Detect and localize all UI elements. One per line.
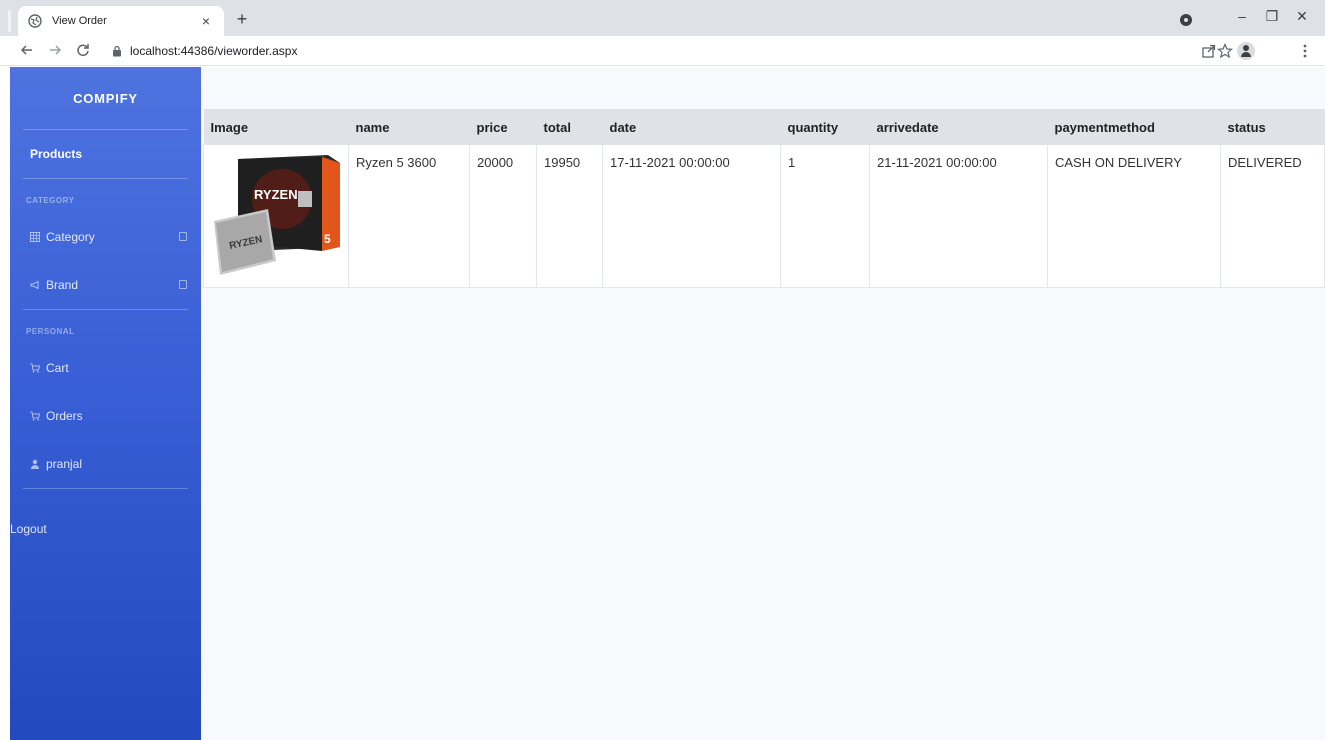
cart-icon <box>30 363 40 373</box>
product-image: RYZEN 5 RYZEN <box>210 151 342 279</box>
profile-icon[interactable] <box>1237 42 1255 60</box>
url-text: localhost:44386/vieworder.aspx <box>130 44 298 58</box>
sidebar-item-label: Orders <box>46 409 83 423</box>
cell-image: RYZEN 5 RYZEN <box>203 145 349 288</box>
minimize-button[interactable]: – <box>1232 8 1252 24</box>
record-icon[interactable] <box>1180 14 1192 26</box>
logout-link[interactable]: Logout <box>10 522 47 536</box>
main-content: Image name price total date quantity arr… <box>201 67 1325 740</box>
header-date: date <box>609 119 637 135</box>
header-status: status <box>1227 119 1266 135</box>
menu-icon[interactable] <box>1296 42 1314 60</box>
sidebar-item-category[interactable]: Category <box>10 213 201 261</box>
sidebar-item-user[interactable]: pranjal <box>10 440 201 488</box>
collapse-toggle-icon[interactable] <box>179 232 187 241</box>
cell-quantity: 1 <box>780 145 870 288</box>
globe-icon <box>28 14 42 28</box>
new-tab-button[interactable]: + <box>232 9 252 29</box>
table-row: RYZEN 5 RYZEN Ryzen 5 3600 20000 19950 1… <box>203 145 1325 288</box>
cell-arrivedate: 21-11-2021 00:00:00 <box>869 145 1048 288</box>
header-name: name <box>355 119 390 135</box>
reload-icon[interactable] <box>74 41 92 59</box>
sidebar: COMPIFY Products CATEGORY Category Brand <box>10 67 201 740</box>
close-window-button[interactable]: ✕ <box>1292 8 1312 25</box>
sidebar-item-products[interactable]: Products <box>10 130 201 178</box>
cell-date: 17-11-2021 00:00:00 <box>602 145 781 288</box>
table-header-row: Image name price total date quantity arr… <box>203 109 1325 145</box>
header-image: Image <box>210 119 249 135</box>
tab-edge <box>8 10 11 32</box>
collapse-toggle-icon[interactable] <box>179 280 187 289</box>
sidebar-heading-category: CATEGORY <box>26 195 75 205</box>
cell-name: Ryzen 5 3600 <box>348 145 470 288</box>
header-arrivedate: arrivedate <box>876 119 939 135</box>
header-paymentmethod: paymentmethod <box>1054 119 1155 135</box>
sidebar-item-logout[interactable]: Logout <box>10 489 201 569</box>
sidebar-item-label: pranjal <box>46 457 83 471</box>
browser-window: View Order × + – ❐ ✕ localhost:44386/vie… <box>0 0 1325 740</box>
browser-toolbar: localhost:44386/vieworder.aspx <box>0 36 1325 66</box>
lock-icon <box>113 45 121 57</box>
sidebar-item-label: Cart <box>46 361 69 375</box>
sidebar-brand[interactable]: COMPIFY <box>10 67 201 129</box>
sidebar-item-cart[interactable]: Cart <box>10 344 201 392</box>
cart-icon <box>30 411 40 421</box>
restore-button[interactable]: ❐ <box>1262 8 1282 25</box>
tab-title: View Order <box>52 15 107 27</box>
sidebar-heading-personal: PERSONAL <box>26 326 75 336</box>
user-icon <box>31 459 39 469</box>
cell-status: DELIVERED <box>1220 145 1325 288</box>
cell-paymentmethod: CASH ON DELIVERY <box>1047 145 1221 288</box>
header-price: price <box>476 119 508 135</box>
back-icon[interactable] <box>18 41 36 59</box>
tab-strip: View Order × + – ❐ ✕ <box>0 0 1325 36</box>
header-total: total <box>543 119 571 135</box>
tab-view-order[interactable]: View Order × <box>18 6 224 36</box>
orders-table: Image name price total date quantity arr… <box>203 109 1325 288</box>
address-bar[interactable]: localhost:44386/vieworder.aspx <box>108 40 1198 62</box>
box-brand-text: RYZEN <box>254 187 298 202</box>
table-icon <box>30 232 40 242</box>
sidebar-item-brand[interactable]: Brand <box>10 261 201 309</box>
box-badge-text: 5 <box>324 232 331 246</box>
sidebar-item-label: Brand <box>46 278 79 292</box>
sidebar-item-label: Category <box>46 230 95 244</box>
cell-total: 19950 <box>536 145 603 288</box>
forward-icon[interactable] <box>46 41 64 59</box>
page: COMPIFY Products CATEGORY Category Brand <box>0 67 1325 740</box>
tab-close-icon[interactable]: × <box>198 13 214 29</box>
header-quantity: quantity <box>787 119 839 135</box>
sidebar-item-orders[interactable]: Orders <box>10 392 201 440</box>
bullhorn-icon <box>30 280 39 290</box>
star-icon[interactable] <box>1216 42 1234 60</box>
cell-price: 20000 <box>469 145 537 288</box>
